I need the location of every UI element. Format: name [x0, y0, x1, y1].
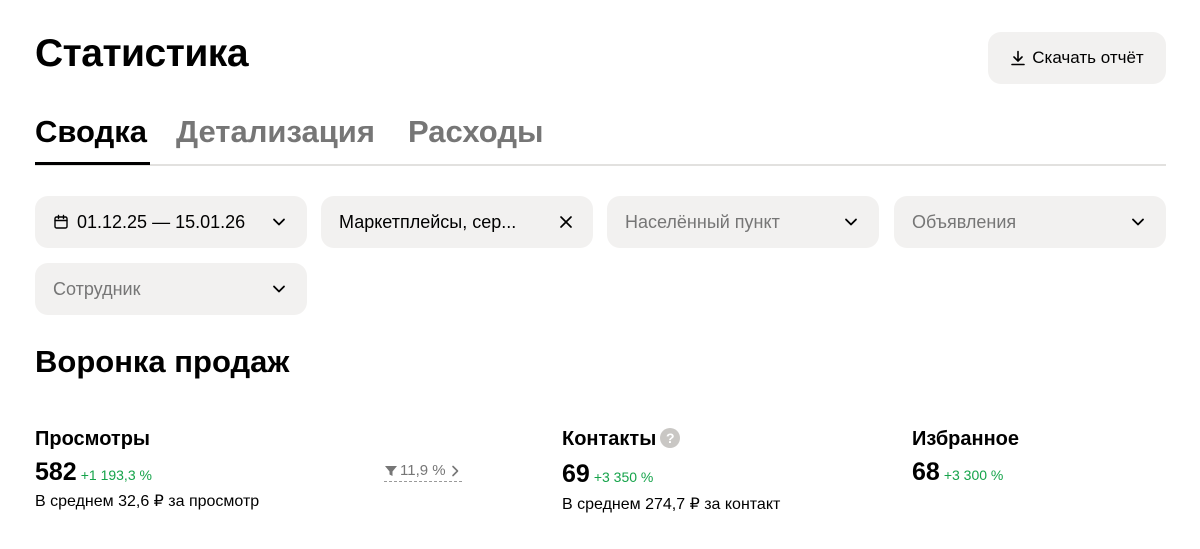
- views-label: Просмотры: [35, 428, 151, 450]
- funnel-title: Воронка продаж: [35, 344, 290, 379]
- channels-value: Маркетплейсы, сер...: [339, 211, 517, 232]
- conversion-value: 11,9 %: [400, 462, 446, 479]
- contacts-label: Контакты: [562, 428, 657, 450]
- favorites-delta: +3 300 %: [943, 467, 1004, 483]
- contacts-metric: 69 +3 350 %: [562, 459, 653, 492]
- chevron-down-icon: [273, 218, 285, 226]
- contacts-label-group: Контакты?: [562, 426, 681, 452]
- chevron-down-icon: [1132, 218, 1144, 226]
- help-icon[interactable]: ?: [660, 427, 681, 448]
- tab-bar: Сводка Детализация Расходы: [35, 110, 1166, 166]
- download-icon: [1011, 50, 1026, 66]
- date-range-value: 01.12.25 — 15.01.26: [77, 211, 246, 232]
- download-report-button[interactable]: Скачать отчёт: [988, 32, 1166, 84]
- download-report-label: Скачать отчёт: [1032, 48, 1144, 67]
- contacts-delta: +3 350 %: [593, 469, 654, 485]
- chevron-down-icon: [273, 285, 285, 293]
- date-range-filter[interactable]: 01.12.25 — 15.01.26: [35, 196, 307, 248]
- views-value: 582: [35, 458, 77, 486]
- favorites-value: 68: [912, 458, 940, 486]
- tab-details[interactable]: Детализация: [176, 112, 375, 152]
- city-filter[interactable]: Населённый пункт: [607, 196, 879, 248]
- page-title: Статистика: [35, 32, 249, 75]
- conversion-link[interactable]: 11,9 %: [384, 461, 462, 482]
- tab-summary[interactable]: Сводка: [35, 112, 147, 152]
- filter-icon: [385, 466, 397, 476]
- views-delta: +1 193,3 %: [80, 467, 152, 483]
- views-note: В среднем 32,6 ₽ за просмотр: [35, 493, 260, 510]
- tab-expenses[interactable]: Расходы: [408, 112, 544, 152]
- views-metric: 582 +1 193,3 %: [35, 457, 152, 490]
- chevron-right-icon: [451, 465, 458, 477]
- channels-filter[interactable]: Маркетплейсы, сер...: [321, 196, 593, 248]
- calendar-icon: [54, 214, 68, 229]
- ads-placeholder: Объявления: [912, 211, 1017, 232]
- active-tab-indicator: [35, 162, 150, 165]
- favorites-metric: 68 +3 300 %: [912, 457, 1003, 490]
- contacts-note: В среднем 274,7 ₽ за контакт: [562, 496, 781, 513]
- close-icon[interactable]: [557, 213, 575, 231]
- employee-filter[interactable]: Сотрудник: [35, 263, 307, 315]
- favorites-label: Избранное: [912, 428, 1020, 450]
- employee-placeholder: Сотрудник: [53, 278, 141, 299]
- ads-filter[interactable]: Объявления: [894, 196, 1166, 248]
- city-placeholder: Населённый пункт: [625, 211, 780, 232]
- chevron-down-icon: [845, 218, 857, 226]
- contacts-value: 69: [562, 460, 590, 488]
